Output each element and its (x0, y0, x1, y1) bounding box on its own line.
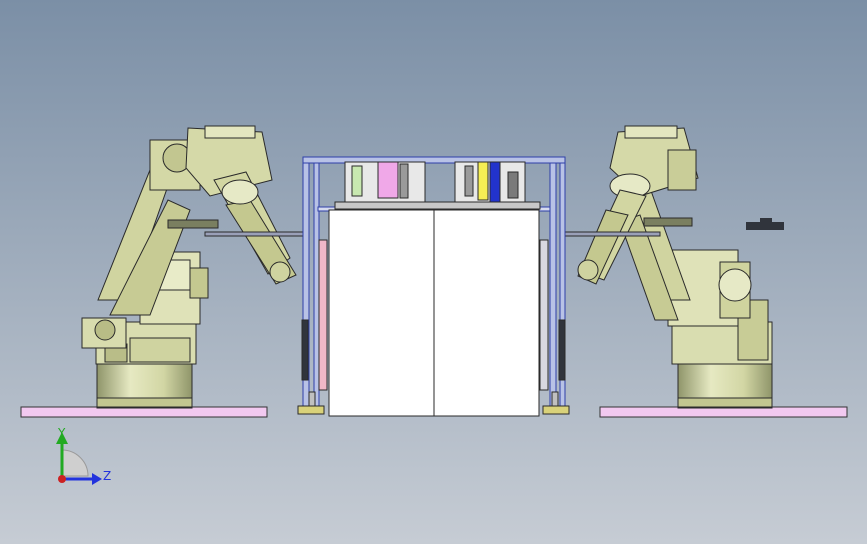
left-robot-tool (167, 219, 219, 229)
cabinet-foot-right (542, 405, 570, 415)
cabinet-left-door[interactable] (328, 209, 435, 417)
cad-viewport[interactable]: Y Z (0, 0, 867, 544)
right-frame-post (549, 157, 557, 413)
z-axis-label: Z (103, 469, 111, 483)
cabinet-right-door[interactable] (433, 209, 540, 417)
right-robot-tool (643, 217, 693, 227)
y-axis-label: Y (57, 426, 66, 440)
assembly-scene[interactable]: Y Z (0, 0, 867, 544)
cabinet-foot-left (297, 405, 325, 415)
top-frame-beam (302, 156, 566, 164)
triad-origin (58, 475, 66, 483)
